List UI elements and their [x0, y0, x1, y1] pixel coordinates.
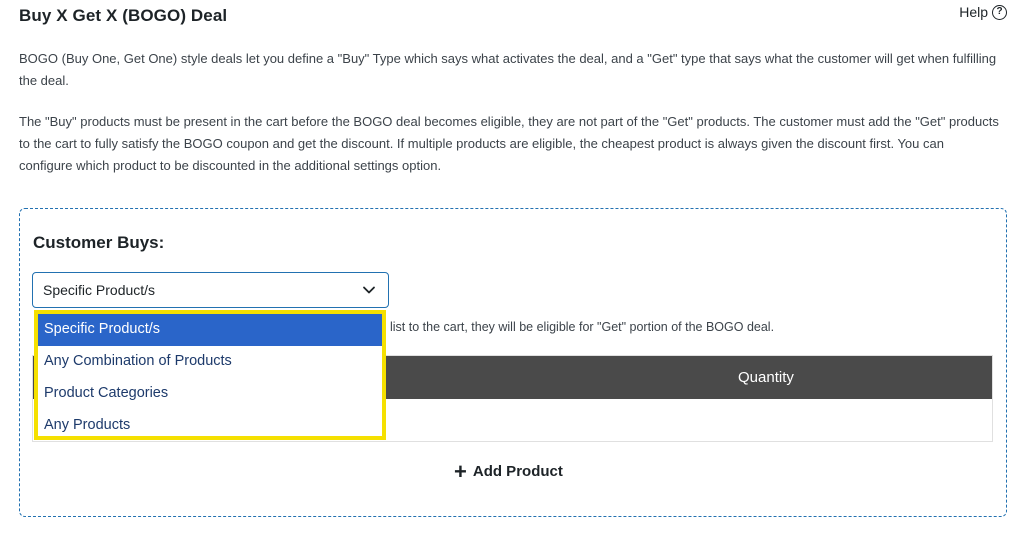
question-circle-icon: ? — [992, 4, 1007, 20]
buy-type-dropdown-list: Specific Product/s Any Combination of Pr… — [34, 310, 386, 440]
dropdown-option-product-categories[interactable]: Product Categories — [38, 378, 382, 410]
details-description: The "Buy" products must be present in th… — [19, 114, 999, 173]
intro-description: BOGO (Buy One, Get One) style deals let … — [19, 51, 997, 88]
help-label: Help — [959, 4, 988, 20]
add-product-button[interactable]: + Add Product — [454, 458, 563, 484]
plus-icon: + — [454, 458, 467, 484]
buy-helper-text: list to the cart, they will be eligible … — [390, 320, 775, 334]
chevron-down-icon — [363, 286, 375, 294]
help-link[interactable]: Help ? — [959, 4, 1007, 20]
page-header: Buy X Get X (BOGO) Deal Help ? — [19, 4, 1007, 28]
dropdown-option-any-products[interactable]: Any Products — [38, 410, 382, 442]
dropdown-option-any-combination[interactable]: Any Combination of Products — [38, 346, 382, 378]
column-quantity: Quantity — [738, 369, 794, 386]
buy-type-select[interactable]: Specific Product/s — [32, 272, 389, 308]
page-title: Buy X Get X (BOGO) Deal — [19, 6, 228, 25]
add-product-label: Add Product — [472, 463, 563, 480]
dropdown-option-specific-products[interactable]: Specific Product/s — [38, 314, 382, 346]
customer-buys-title: Customer Buys: — [33, 233, 165, 252]
buy-type-select-value: Specific Product/s — [43, 282, 156, 298]
